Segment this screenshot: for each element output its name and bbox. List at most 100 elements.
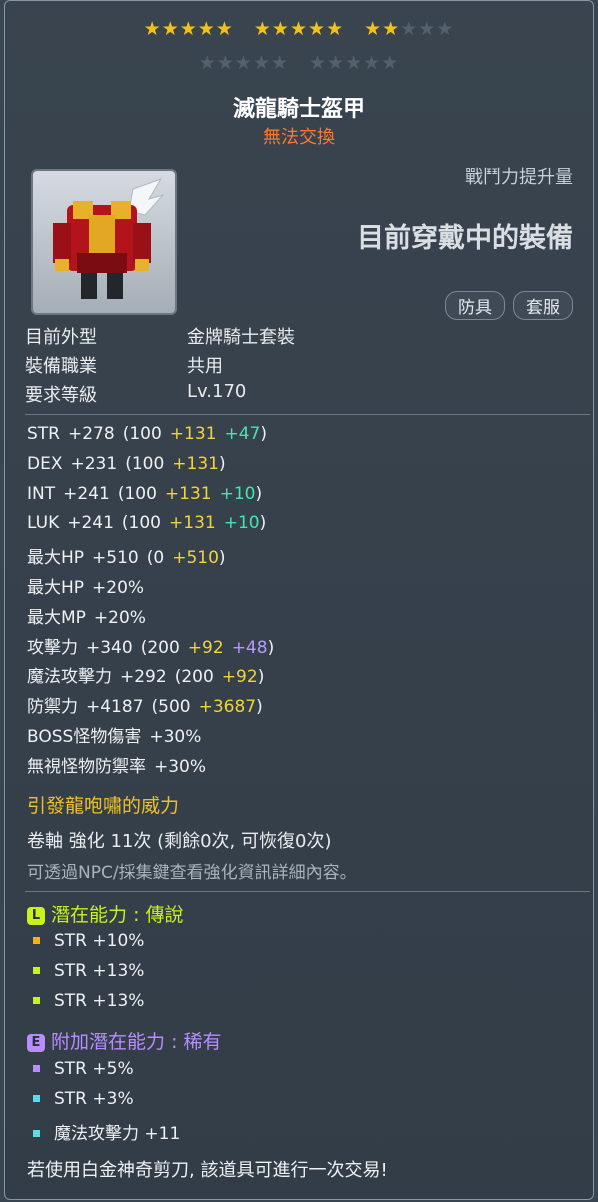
star-filled-icon: ★: [289, 18, 309, 40]
star-filled-icon: ★: [179, 18, 198, 40]
potential-line: STR +10%: [33, 931, 144, 951]
additional-line: STR +5%: [33, 1059, 134, 1079]
stat-row: 魔法攻擊力 +292 (200 +92): [27, 662, 272, 687]
stat-star: +10: [219, 483, 256, 504]
star-empty-icon: ★: [270, 52, 289, 74]
bullet-icon: [33, 997, 40, 1004]
stat-close: ): [259, 513, 267, 534]
additional-line: 魔法攻擊力 +11: [33, 1119, 180, 1144]
stat-base: (100: [117, 483, 157, 504]
star-filled-icon: ★: [308, 18, 327, 40]
bullet-icon: [33, 937, 40, 944]
potential-line: STR +13%: [33, 961, 144, 981]
star-filled-icon: ★: [253, 18, 272, 40]
power-increase-label: 戰鬥力提升量: [465, 167, 573, 188]
stat-row: LUK +241 (100 +131 +10): [27, 513, 274, 533]
stat-base: (500: [151, 697, 191, 718]
stat-base: (200: [140, 637, 180, 658]
star-empty-icon: ★: [345, 52, 364, 74]
stat-bonus: +3687: [198, 697, 257, 718]
tag-overall: 套服: [513, 291, 573, 320]
stat-close: ): [260, 424, 268, 444]
star-filled-icon: ★: [326, 18, 345, 40]
stat-base: (200: [174, 667, 214, 688]
stat-total: +340: [86, 637, 133, 658]
stat-total: +30%: [154, 756, 207, 777]
star-filled-icon: ★: [364, 18, 383, 40]
stat-name: LUK: [27, 513, 60, 534]
star-force-row-2: ★★★★★ ★★★★★: [5, 53, 593, 73]
stat-row: 最大MP +20%: [27, 603, 154, 628]
divider: [25, 891, 590, 892]
star-empty-icon: ★: [252, 52, 271, 74]
stat-base: (100: [121, 513, 162, 534]
bullet-icon: [33, 967, 40, 974]
info-value: 共用: [187, 356, 223, 377]
stat-name: DEX: [27, 453, 63, 474]
additional-potential-header: E 附加潛在能力 : 稀有: [27, 1027, 222, 1054]
stat-row: 無視怪物防禦率 +30%: [27, 752, 214, 777]
stat-total: +231: [70, 453, 118, 474]
info-label: 裝備職業: [25, 356, 97, 377]
stat-base: (100: [125, 453, 165, 474]
star-empty-icon: ★: [198, 52, 217, 74]
tag-armor: 防具: [445, 291, 505, 320]
stat-star: +10: [223, 513, 260, 534]
star-force-row-1: ★★★★★ ★★★★★ ★★★★★: [5, 19, 593, 39]
scroll-info: 卷軸 強化 11次 (剩餘0次, 可恢復0次): [27, 831, 332, 852]
stat-total: +20%: [92, 578, 145, 598]
potential-line: STR +13%: [33, 991, 144, 1011]
stat-close: ): [218, 548, 226, 569]
stat-total: +278: [68, 424, 115, 444]
star-empty-icon: ★: [363, 52, 382, 74]
stat-total: +292: [120, 667, 167, 688]
scroll-note: 可透過NPC/採集鍵查看強化資訊詳細內容。: [27, 863, 357, 883]
scissors-trade-note: 若使用白金神奇剪刀, 該道具可進行一次交易!: [27, 1160, 388, 1181]
star-empty-icon: ★: [418, 18, 437, 40]
stat-close: ): [257, 667, 265, 688]
potential-header: L 潛在能力 : 傳說: [27, 900, 184, 927]
stat-name: INT: [27, 483, 56, 504]
stat-total: +30%: [149, 727, 202, 747]
item-tags: 防具 套服: [445, 291, 573, 320]
info-job: 裝備職業 共用: [25, 352, 223, 378]
stat-bonus: +131: [172, 453, 219, 474]
star-empty-icon: ★: [436, 18, 455, 40]
star-filled-icon: ★: [197, 18, 216, 40]
additional-line: STR +3%: [33, 1089, 134, 1109]
item-name: 滅龍騎士盔甲: [232, 97, 365, 122]
divider: [25, 414, 590, 415]
bullet-icon: [33, 1095, 40, 1102]
stat-row: STR +278 (100 +131 +47): [27, 424, 275, 444]
legendary-badge-icon: L: [27, 907, 45, 925]
additional-grade: : 稀有: [171, 1031, 222, 1053]
stat-name: 最大MP: [27, 607, 86, 628]
info-appearance: 目前外型 金牌騎士套裝: [25, 323, 295, 349]
stat-total: +510: [92, 548, 139, 569]
stat-bonus: +131: [169, 424, 217, 444]
stat-total: +4187: [86, 697, 144, 718]
star-filled-icon: ★: [161, 18, 180, 40]
stat-name: STR: [27, 424, 60, 444]
item-icon-frame: [31, 169, 177, 315]
stat-name: 最大HP: [27, 548, 85, 569]
trade-status: 無法交換: [263, 127, 335, 148]
bullet-icon: [33, 1130, 40, 1137]
star-filled-icon: ★: [143, 18, 162, 40]
stat-star: +48: [231, 637, 268, 658]
currently-equipped-label: 目前穿戴中的裝備: [357, 223, 573, 254]
stat-close: ): [256, 697, 263, 718]
potential-grade: : 傳說: [133, 904, 184, 926]
stat-name: 防禦力: [27, 697, 78, 718]
stat-total: +241: [63, 483, 110, 504]
stat-row: DEX +231 (100 +131): [27, 454, 234, 474]
star-empty-icon: ★: [309, 52, 328, 74]
additional-title: 附加潛在能力: [51, 1031, 166, 1053]
stat-name: 攻擊力: [27, 637, 78, 658]
info-level: 要求等級 Lv.170: [25, 381, 246, 407]
stat-total: +20%: [93, 607, 146, 628]
star-filled-icon: ★: [271, 18, 290, 40]
stat-name: 魔法攻擊力: [27, 667, 112, 688]
stat-name: 最大HP: [27, 578, 85, 598]
info-label: 要求等級: [25, 385, 97, 406]
